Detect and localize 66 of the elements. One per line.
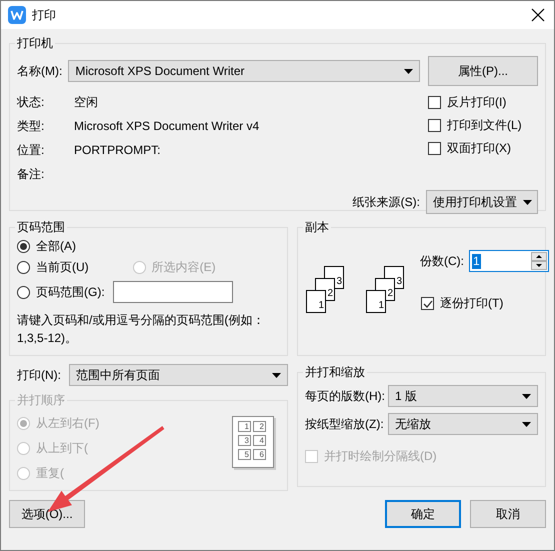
info-value: 空闲 xyxy=(74,95,99,110)
checkbox[interactable] xyxy=(428,96,441,109)
info-label: 类型: xyxy=(17,119,46,134)
page-slot: 3 xyxy=(238,435,251,446)
info-value: PORTPROMPT: xyxy=(74,143,162,158)
group-title: 并打顺序 xyxy=(16,392,66,409)
info-label: 状态: xyxy=(17,95,46,110)
caret-icon xyxy=(272,372,281,378)
checkbox-label: 双面打印(X) xyxy=(447,140,511,157)
field-label: 份数(C): xyxy=(420,252,464,270)
group-title: 并打和缩放 xyxy=(304,364,366,381)
info-label: 位置: xyxy=(17,143,46,158)
dropdown[interactable]: 1 版 xyxy=(388,385,538,407)
checkbox-label: 逐份打印(T) xyxy=(440,295,504,312)
page-sheet: 1 xyxy=(366,290,386,313)
page-slot: 5 xyxy=(238,449,251,460)
page-sheet: 1 xyxy=(306,290,326,313)
radio-label: 页码范围(G): xyxy=(36,284,105,300)
radio-label: 从左到右(F) xyxy=(36,415,100,432)
dropdown[interactable]: 无缩放 xyxy=(388,413,538,435)
caret-icon xyxy=(522,394,531,398)
radio-label: 从上到下( xyxy=(36,440,88,457)
hint-text: 请键入页码和/或用逗号分隔的页码范围(例如：1,3,5-12)。 xyxy=(17,312,266,347)
properties-button[interactable]: 属性(P)... xyxy=(428,56,538,86)
window-title: 打印 xyxy=(32,6,56,24)
info-value: Microsoft XPS Document Writer v4 xyxy=(74,119,260,134)
radio-label: 全部(A) xyxy=(36,238,76,255)
radio-button[interactable] xyxy=(17,286,30,298)
group-title: 副本 xyxy=(304,219,330,236)
radio-label: 重复( xyxy=(36,465,64,482)
checkbox[interactable] xyxy=(428,142,441,155)
close-icon[interactable] xyxy=(530,7,546,23)
caret-icon xyxy=(522,422,531,426)
radio-label: 当前页(U) xyxy=(36,259,89,276)
page-slot: 1 xyxy=(238,421,251,432)
radio-button[interactable] xyxy=(17,240,30,253)
field-label: 名称(M): xyxy=(17,62,62,80)
print-dropdown[interactable]: 范围中所有页面 xyxy=(69,364,288,386)
field-label: 每页的版数(H): xyxy=(305,388,385,404)
copies-spinbox[interactable]: 1 xyxy=(469,250,549,272)
checkbox[interactable] xyxy=(428,119,441,132)
printer-dropdown[interactable]: Microsoft XPS Document Writer xyxy=(68,60,420,82)
input-field[interactable] xyxy=(112,281,233,303)
page-slot: 2 xyxy=(253,421,266,432)
caret-icon xyxy=(404,68,414,74)
checkbox-label: 并打时绘制分隔线(D) xyxy=(324,448,437,465)
checkbox-label: 反片打印(I) xyxy=(447,94,506,111)
caret-icon xyxy=(523,200,532,204)
group-title: 打印机 xyxy=(16,35,54,52)
dialog-button[interactable]: 取消 xyxy=(470,500,546,528)
field-label: 按纸型缩放(Z): xyxy=(305,416,384,432)
radio-label: 所选内容(E) xyxy=(152,259,216,276)
app-logo-icon xyxy=(8,6,26,24)
checkbox-label: 打印到文件(L) xyxy=(447,117,522,134)
field-label: 打印(N): xyxy=(17,366,61,384)
group-title: 页码范围 xyxy=(16,219,66,236)
checkbox[interactable] xyxy=(421,297,434,310)
page-slot: 4 xyxy=(253,435,266,446)
field-label: 纸张来源(S): xyxy=(352,194,420,210)
info-label: 备注: xyxy=(17,167,46,182)
radio-button[interactable] xyxy=(17,261,30,274)
spin-arrows-icon xyxy=(531,252,547,270)
dialog-button[interactable]: 确定 xyxy=(385,500,461,528)
dialog-button[interactable]: 选项(O)... xyxy=(9,500,85,528)
paper-source-dropdown[interactable]: 使用打印机设置 xyxy=(426,190,538,214)
page-slot: 6 xyxy=(253,449,266,460)
